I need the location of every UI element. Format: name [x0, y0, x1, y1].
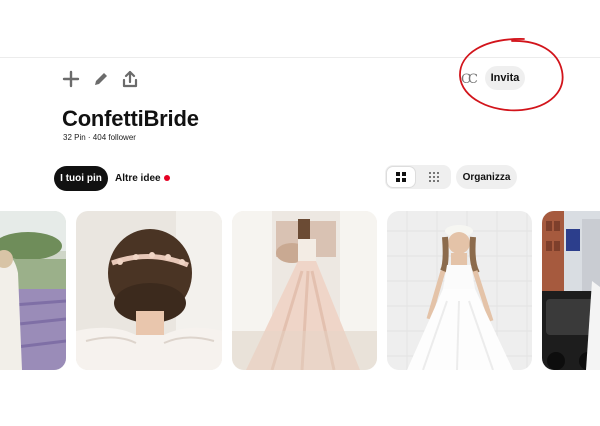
board-stats: 32 Pin · 404 follower: [63, 133, 136, 142]
grid-large-icon[interactable]: [386, 166, 416, 188]
view-toggle: [385, 165, 451, 189]
collaborator-avatar[interactable]: CC: [455, 66, 481, 92]
pin-white-gown-bride[interactable]: [387, 211, 532, 370]
notification-dot: [164, 175, 170, 181]
board-title: ConfettiBride: [62, 106, 199, 131]
organize-button[interactable]: Organizza: [456, 165, 517, 189]
pin-bridal-hair-comb[interactable]: [76, 211, 222, 370]
pin-city-street-bride[interactable]: [542, 211, 600, 370]
share-icon[interactable]: [119, 68, 141, 90]
header-divider: [0, 57, 600, 58]
grid-small-icon[interactable]: [419, 166, 449, 188]
tab-your-pins[interactable]: I tuoi pin: [54, 166, 108, 191]
pin-blush-tulle-gown[interactable]: [232, 211, 377, 370]
tab-more-ideas[interactable]: Altre idee: [115, 173, 161, 184]
pencil-icon[interactable]: [90, 68, 112, 90]
plus-icon[interactable]: [60, 68, 82, 90]
pin-lavender-field[interactable]: [0, 211, 66, 370]
invite-button[interactable]: Invita: [485, 66, 525, 90]
